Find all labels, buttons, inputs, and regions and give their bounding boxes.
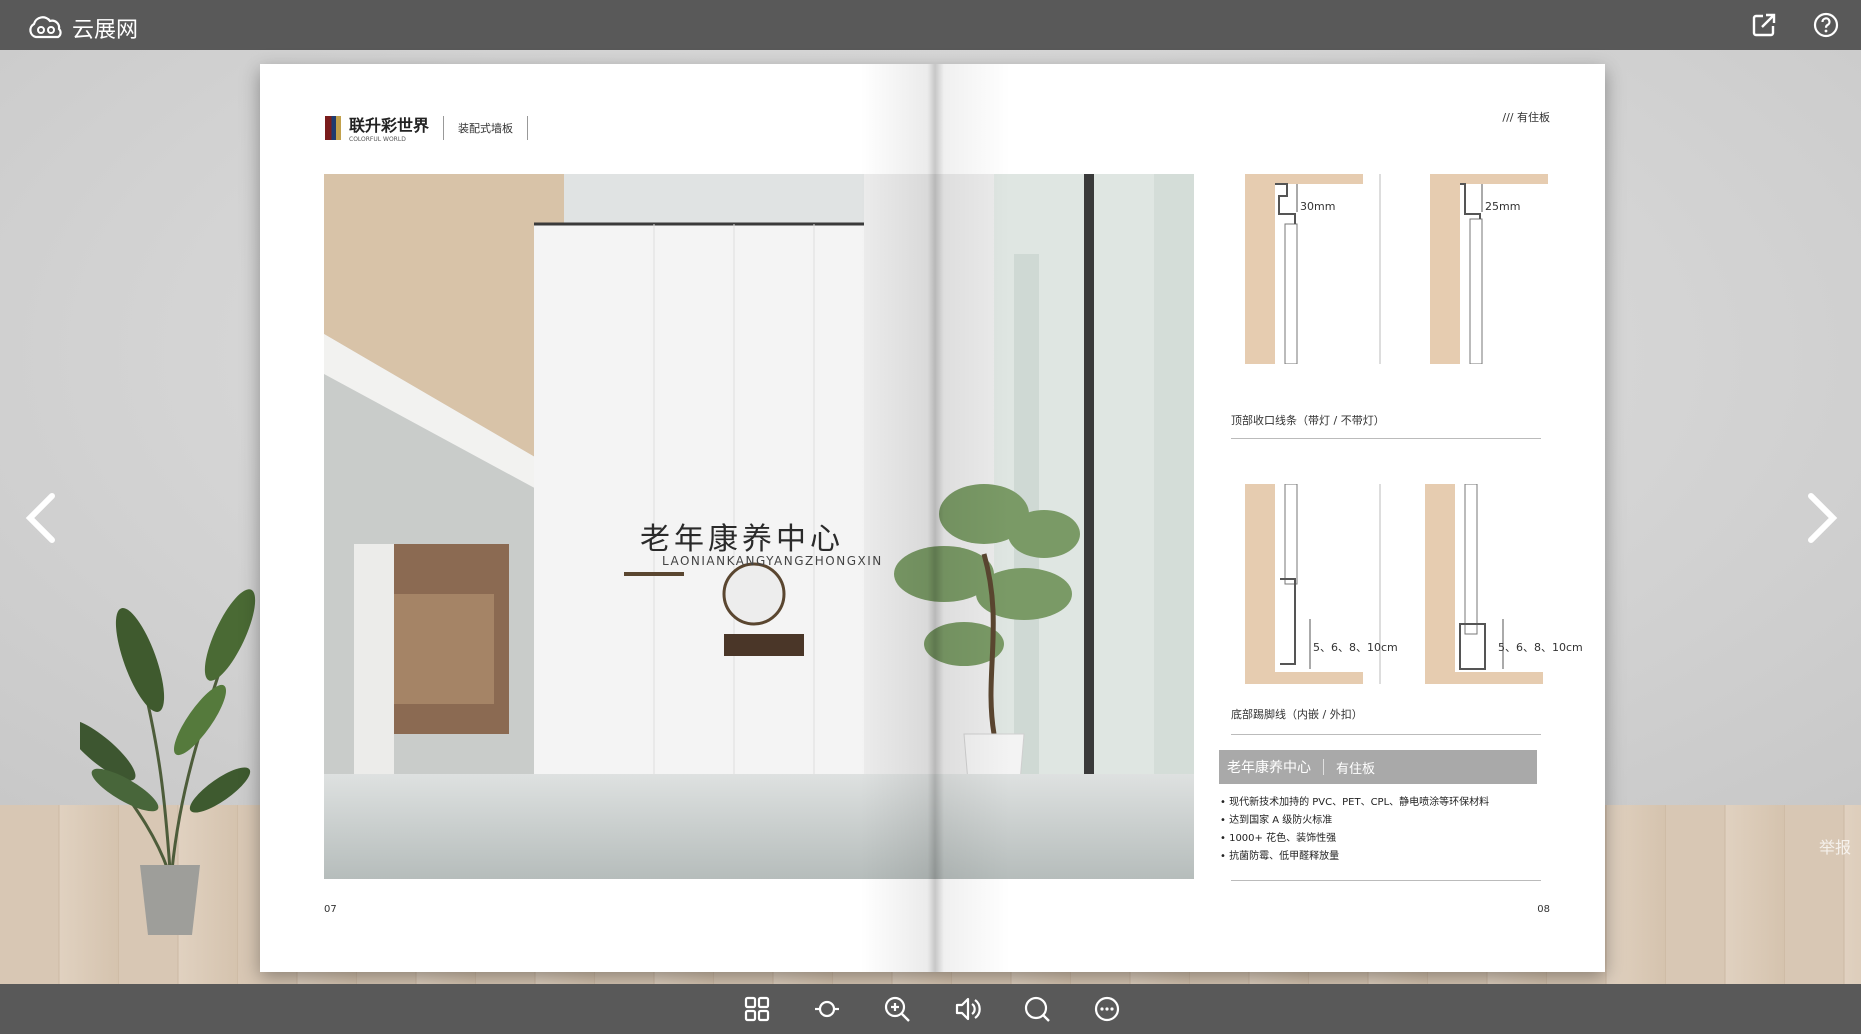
page-number-right: 08 <box>1537 904 1550 915</box>
autoplay-icon <box>815 1000 839 1018</box>
divider <box>443 115 445 140</box>
brand-header: 联升彩世界 COLORFUL WORLD 装配式墙板 <box>325 112 534 143</box>
top-trim-dimension-2: 25mm <box>1485 200 1521 213</box>
app-logo-text: 云展网 <box>72 18 139 43</box>
book-spread[interactable]: 联升彩世界 COLORFUL WORLD 装配式墙板 07 /// 有住板 08 <box>260 64 1605 972</box>
wall-sign-chinese: 老年康养中心 <box>640 522 844 557</box>
info-title-bar: 老年康养中心 有住板 <box>1219 750 1537 784</box>
bottom-toolbar <box>0 984 1861 1034</box>
sound-button[interactable] <box>950 992 984 1026</box>
page-number-left: 07 <box>324 904 337 915</box>
more-button[interactable] <box>1090 992 1124 1026</box>
search-icon <box>1024 996 1050 1022</box>
divider <box>1323 759 1324 775</box>
info-title: 老年康养中心 <box>1227 760 1311 776</box>
search-button[interactable] <box>1020 992 1054 1026</box>
brand-name: 联升彩世界 <box>349 116 430 135</box>
feature-list: 现代新技术加持的 PVC、PET、CPL、静电喷涂等环保材料 达到国家 A 级防… <box>1220 794 1489 866</box>
divider <box>1231 880 1541 881</box>
thumbnails-icon <box>744 996 770 1022</box>
info-subtitle: 有住板 <box>1336 761 1376 777</box>
top-trim-dimension-1: 30mm <box>1300 200 1336 213</box>
zoom-in-button[interactable] <box>880 992 914 1026</box>
interior-photo: 老年康养中心 LAONIANKANGYANGZHONGXIN <box>324 174 1194 879</box>
list-item: 抗菌防霉、低甲醛释放量 <box>1220 848 1489 866</box>
share-icon[interactable] <box>1749 10 1779 40</box>
top-bar: 云展网 <box>0 0 1861 50</box>
autoplay-button[interactable] <box>810 992 844 1026</box>
skirting-dimension-2: 5、6、8、10cm <box>1498 641 1583 654</box>
brand-subtitle: COLORFUL WORLD <box>349 136 406 143</box>
more-icon <box>1094 996 1120 1022</box>
report-link[interactable]: 举报 <box>1819 834 1851 858</box>
section-tag: /// 有住板 <box>1502 111 1550 124</box>
zoom-in-icon <box>884 996 910 1022</box>
list-item: 1000+ 花色、装饰性强 <box>1220 830 1489 848</box>
sound-icon <box>955 997 981 1021</box>
top-trim-caption: 顶部收口线条（带灯 / 不带灯） <box>1231 414 1385 427</box>
skirting-dimension-1: 5、6、8、10cm <box>1313 641 1398 654</box>
brand-logo-mark <box>325 115 341 140</box>
chevron-right-icon[interactable] <box>1797 490 1843 546</box>
thumbnails-button[interactable] <box>740 992 774 1026</box>
list-item: 现代新技术加持的 PVC、PET、CPL、静电喷涂等环保材料 <box>1220 794 1489 812</box>
divider <box>527 115 529 140</box>
help-icon[interactable] <box>1811 10 1841 40</box>
cloud-logo-icon <box>29 16 62 39</box>
wall-sign-pinyin: LAONIANKANGYANGZHONGXIN <box>662 554 883 568</box>
app-logo[interactable]: 云展网 <box>26 12 138 44</box>
potted-plant-decoration <box>80 589 256 935</box>
list-item: 达到国家 A 级防火标准 <box>1220 812 1489 830</box>
skirting-caption: 底部踢脚线（内嵌 / 外扣） <box>1231 708 1363 721</box>
divider <box>1231 438 1541 439</box>
chevron-left-icon[interactable] <box>20 490 66 546</box>
category-label: 装配式墙板 <box>458 121 514 135</box>
divider <box>1231 734 1541 735</box>
